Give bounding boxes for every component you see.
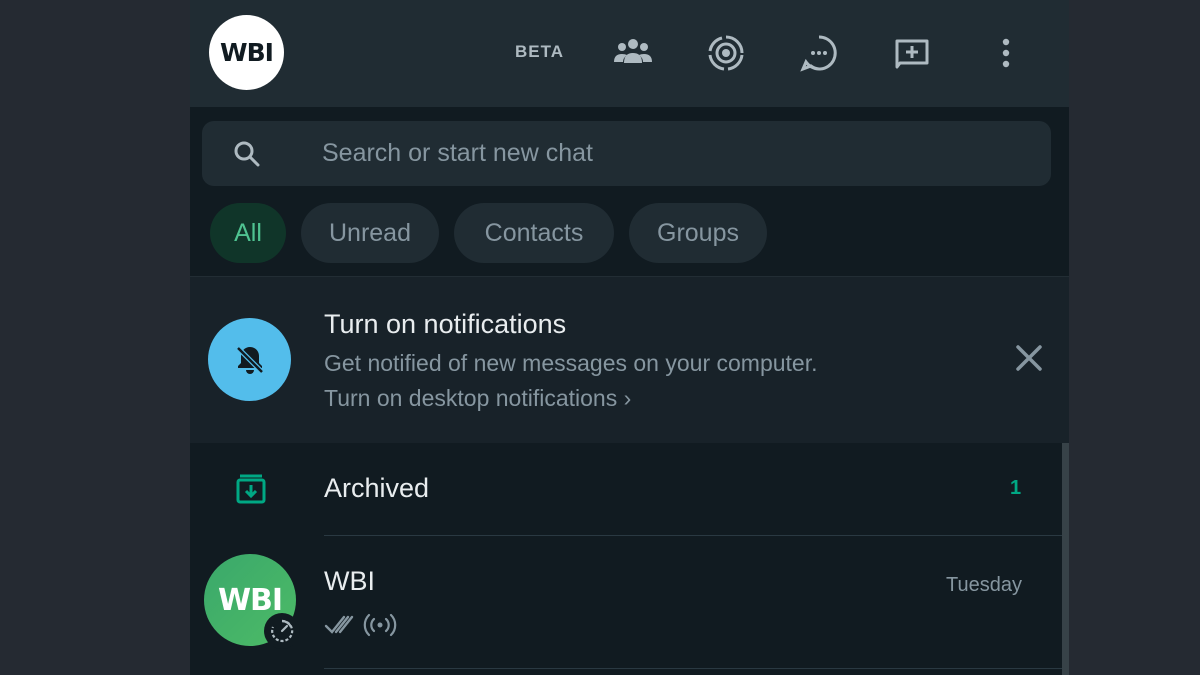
menu-icon[interactable] (983, 30, 1029, 76)
new-chat-icon[interactable] (889, 30, 935, 76)
search-bar (202, 121, 1051, 186)
enable-notifications-link[interactable]: Turn on desktop notifications › (324, 385, 631, 412)
archived-row[interactable]: Archived 1 (190, 443, 1062, 535)
filter-unread[interactable]: Unread (301, 203, 439, 263)
header: WBI BETA (190, 0, 1069, 107)
chat-status (324, 610, 398, 640)
archive-icon (236, 474, 266, 504)
beta-badge: BETA (515, 42, 565, 61)
profile-avatar[interactable]: WBI (209, 15, 284, 90)
close-icon[interactable] (1010, 339, 1048, 377)
timer-icon (264, 613, 300, 649)
filter-all[interactable]: All (210, 203, 286, 263)
row-divider (324, 668, 1062, 669)
broadcast-icon (363, 613, 397, 637)
channels-icon[interactable] (796, 30, 842, 76)
chat-name: WBI (324, 566, 375, 596)
notification-banner: Turn on notifications Get notified of ne… (190, 277, 1069, 443)
chat-time: Tuesday (946, 574, 1022, 596)
bell-off-icon (208, 318, 291, 401)
archived-label: Archived (324, 473, 430, 503)
status-icon[interactable] (703, 30, 749, 76)
filter-all-label: All (234, 218, 262, 247)
notification-subtitle: Get notified of new messages on your com… (324, 350, 818, 376)
chat-row[interactable]: WBI WBI Tuesday (190, 536, 1062, 675)
chat-list-panel: WBI BETA Search or start new chat All Un… (190, 0, 1069, 675)
filter-groups[interactable]: Groups (629, 203, 767, 263)
profile-avatar-text: WBI (220, 38, 274, 67)
communities-icon[interactable] (610, 30, 656, 76)
scrollbar[interactable] (1062, 443, 1069, 675)
chat-avatar-text: WBI (217, 582, 283, 618)
archived-count: 1 (1010, 477, 1022, 499)
filter-contacts-label: Contacts (484, 218, 584, 247)
filter-contacts[interactable]: Contacts (454, 203, 614, 263)
filter-unread-label: Unread (329, 218, 411, 247)
double-check-icon (324, 615, 354, 634)
search-input[interactable] (322, 133, 1022, 173)
search-icon[interactable] (232, 139, 262, 169)
filter-groups-label: Groups (657, 218, 739, 247)
notification-title: Turn on notifications (324, 309, 567, 339)
